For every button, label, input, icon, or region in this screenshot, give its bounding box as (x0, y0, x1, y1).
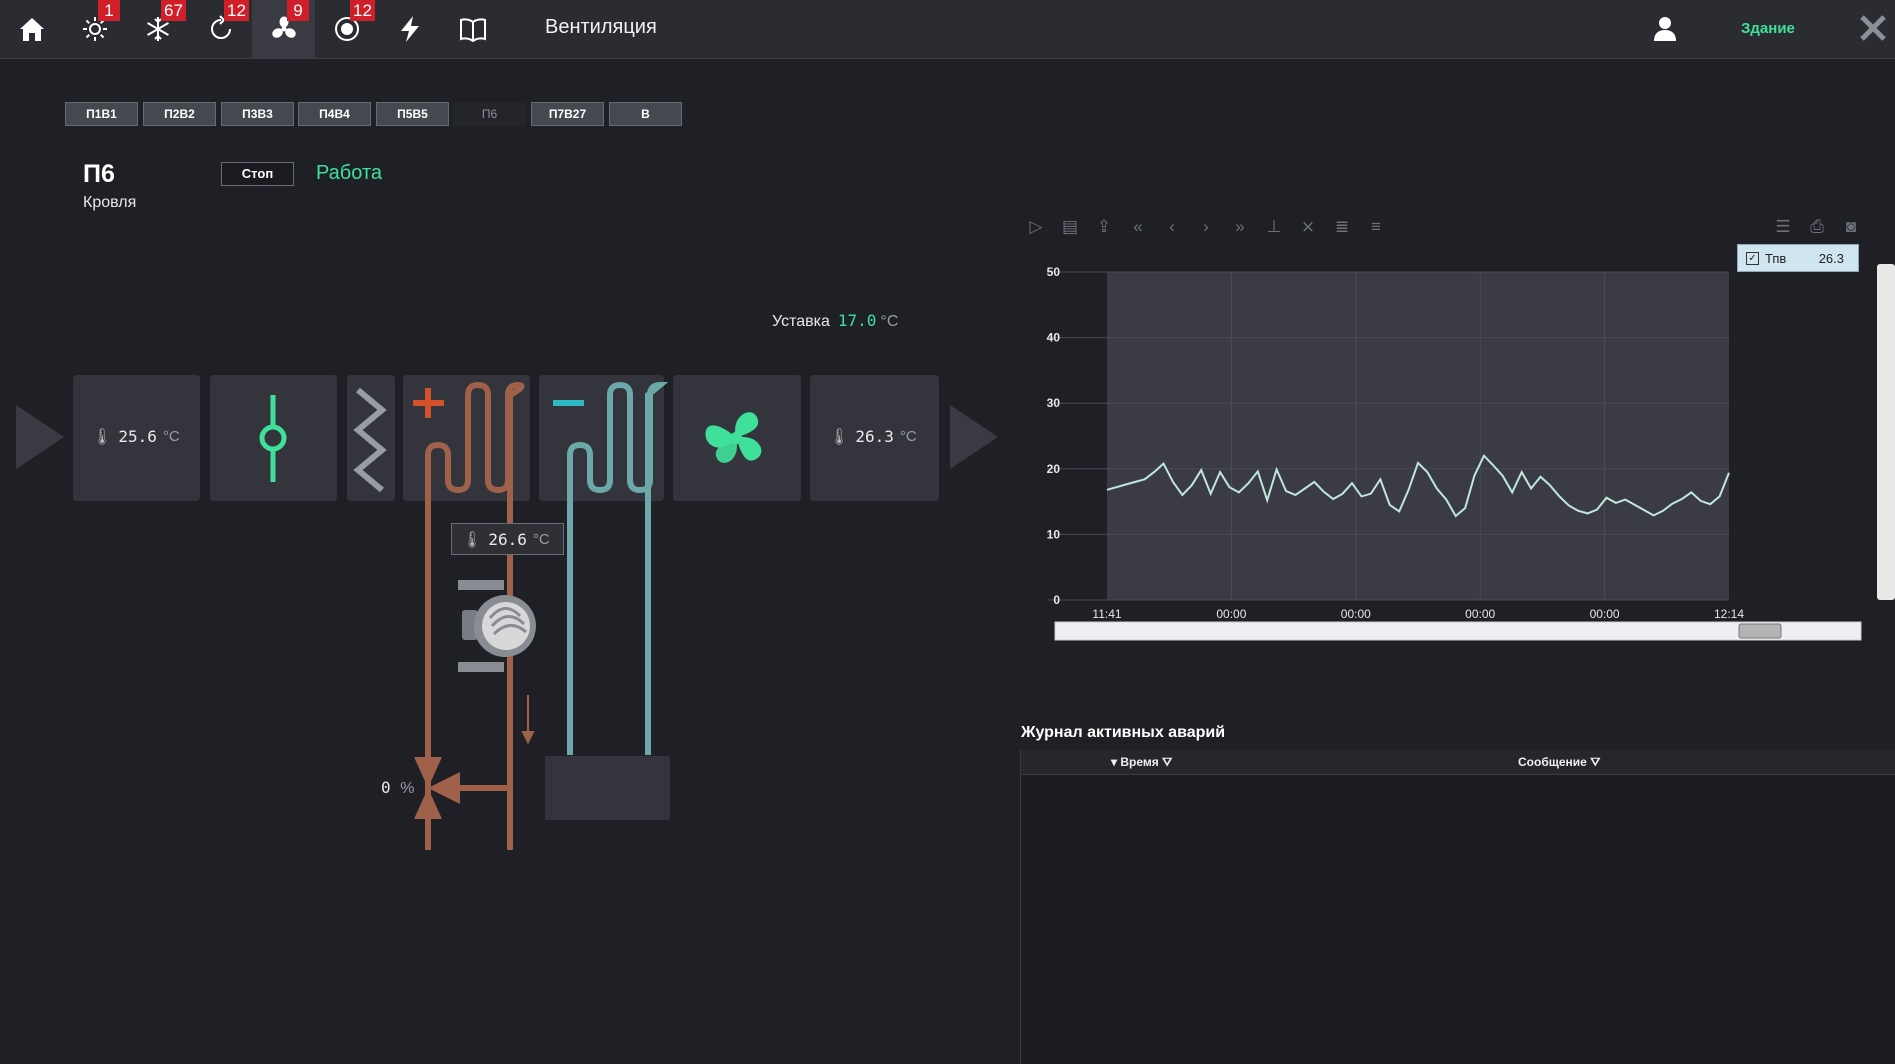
filter-icon[interactable]: ⛛ (1162, 755, 1172, 769)
chiller-box (545, 756, 670, 820)
nav-docs-button[interactable] (441, 0, 504, 58)
alarm-log-header: ▾ Время ⛛ Сообщение ⛛ (1021, 750, 1895, 775)
prev-icon[interactable]: ‹ (1161, 215, 1183, 239)
unit-tab-p4v4[interactable]: П4В4 (298, 102, 371, 126)
water-temp-box: 🌡 26.6 °C (451, 523, 564, 555)
unit-name: П6 (83, 160, 115, 188)
water-temp: 🌡 26.6 °C (462, 530, 550, 549)
unit-tab-p2v2[interactable]: П2В2 (143, 102, 216, 126)
water-temp-value: 26.6 (488, 530, 527, 549)
supply-temp: 🌡 26.3 °C (829, 427, 917, 446)
close-icon[interactable] (1858, 13, 1888, 43)
unit-location: Кровля (83, 194, 137, 211)
col-time[interactable]: ▾ Время ⛛ (1111, 755, 1172, 770)
scale-icon[interactable]: ≣ (1331, 215, 1353, 239)
percent-unit: % (400, 780, 415, 797)
next-icon[interactable]: › (1195, 215, 1217, 239)
plot-background (1107, 272, 1729, 600)
supply-temp-value: 26.3 (855, 427, 894, 446)
status-text: Работа (316, 162, 382, 184)
nav-badge: 12 (350, 0, 375, 21)
three-way-valve-icon (414, 757, 460, 819)
zoom-reset-icon[interactable]: ⨯ (1297, 215, 1319, 239)
x-tick-label: 12:14 (1714, 607, 1744, 621)
unit-tab-p7v27[interactable]: П7В27 (531, 102, 604, 126)
thermometer-icon: 🌡 (92, 427, 113, 446)
setpoint-value[interactable]: 17.0 (838, 311, 877, 330)
x-tick-label: 11:41 (1092, 607, 1121, 621)
print-icon[interactable]: ⎙ (1806, 215, 1828, 239)
stop-button[interactable]: Стоп (221, 162, 294, 186)
building-link[interactable]: Здание (1741, 20, 1795, 37)
unit-tab-p3v3[interactable]: П3В3 (221, 102, 294, 126)
unit-tab-v[interactable]: В (609, 102, 682, 126)
setpoint-unit: °C (880, 313, 899, 330)
table-icon[interactable]: ▤ (1059, 215, 1081, 239)
trend-chart: 0 10 20 30 40 50 11:41 00:00 00:00 00:00 00:00 12:1… (1047, 265, 1862, 641)
x-tick-label: 00:00 (1341, 607, 1371, 621)
nav-lighting-button[interactable]: 1 (63, 0, 126, 58)
outdoor-temp-value: 25.6 (118, 427, 157, 446)
outdoor-temp: 🌡 25.6 °C (92, 427, 180, 446)
air-outlet-arrow (950, 405, 998, 469)
thermometer-icon: 🌡 (829, 427, 850, 446)
zoom-x-icon[interactable]: ⊥ (1263, 215, 1285, 239)
x-tick-label: 00:00 (1216, 607, 1246, 621)
camera-icon[interactable]: ◙ (1840, 215, 1862, 239)
temp-unit: °C (162, 428, 180, 445)
nav-home-button[interactable] (0, 0, 63, 58)
y-tick-label: 50 (1047, 265, 1061, 279)
temp-unit: °C (899, 428, 917, 445)
col-message-label: Сообщение (1518, 755, 1587, 769)
page-title: Вентиляция (545, 16, 657, 38)
filter-icon[interactable]: ⛛ (1590, 755, 1600, 769)
top-bar: 1 67 12 9 12 Вентиляция Здание (0, 0, 1895, 59)
unit-tab-p5v5[interactable]: П5В5 (376, 102, 449, 126)
nav-record-button[interactable]: 12 (315, 0, 378, 58)
pump-icon (458, 580, 536, 672)
setpoint-label: Уставка (772, 313, 830, 330)
export-icon[interactable]: ⇪ (1093, 215, 1115, 239)
air-inlet-arrow (16, 405, 64, 469)
valve-position: 0 % (381, 778, 415, 798)
col-time-label: Время (1120, 755, 1159, 769)
ventilation-scheme: 🌡 25.6 °C 🌡 26.3 °C 🌡 26.6 °C 0 % (0, 360, 1000, 860)
nav-refresh-button[interactable]: 12 (189, 0, 252, 58)
nav-power-button[interactable] (378, 0, 441, 58)
nav-badge: 9 (287, 0, 309, 21)
x-tick-label: 00:00 (1465, 607, 1495, 621)
x-tick-label: 00:00 (1590, 607, 1620, 621)
lightning-icon (400, 16, 419, 42)
setpoint[interactable]: Уставка 17.0 °C (772, 311, 898, 331)
unit-tab-p1v1[interactable]: П1В1 (65, 102, 138, 126)
nav-badge: 1 (98, 0, 120, 21)
rewind-icon[interactable]: « (1127, 215, 1149, 239)
list-icon[interactable]: ☰ (1772, 215, 1794, 239)
user-icon[interactable] (1650, 13, 1680, 43)
home-icon (19, 18, 44, 41)
play-icon[interactable]: ▷ (1025, 215, 1047, 239)
y-tick-label: 40 (1047, 331, 1061, 345)
y-tick-label: 0 (1053, 593, 1060, 607)
nav-cooling-button[interactable]: 67 (126, 0, 189, 58)
book-icon (459, 18, 486, 43)
forward-icon[interactable]: » (1229, 215, 1251, 239)
range-navigator-handle (1738, 623, 1782, 639)
nav-badge: 12 (224, 0, 249, 21)
y-tick-label: 20 (1047, 462, 1061, 476)
alarm-log-table: ▾ Время ⛛ Сообщение ⛛ (1020, 750, 1895, 1064)
alarm-log-title: Журнал активных аварий (1021, 724, 1226, 741)
scale-alt-icon[interactable]: ≡ (1365, 215, 1387, 239)
y-tick-label: 30 (1047, 396, 1061, 410)
temp-unit: °C (532, 531, 550, 548)
valve-position-value: 0 (381, 778, 391, 797)
y-tick-label: 10 (1047, 527, 1061, 541)
flow-arrow-icon (521, 695, 535, 745)
nav-ventilation-button[interactable]: 9 (252, 0, 315, 58)
col-message[interactable]: Сообщение ⛛ (1518, 755, 1600, 770)
thermometer-icon: 🌡 (462, 530, 483, 549)
nav-badge: 67 (161, 0, 186, 21)
unit-tab-p6[interactable]: П6 (453, 102, 526, 126)
